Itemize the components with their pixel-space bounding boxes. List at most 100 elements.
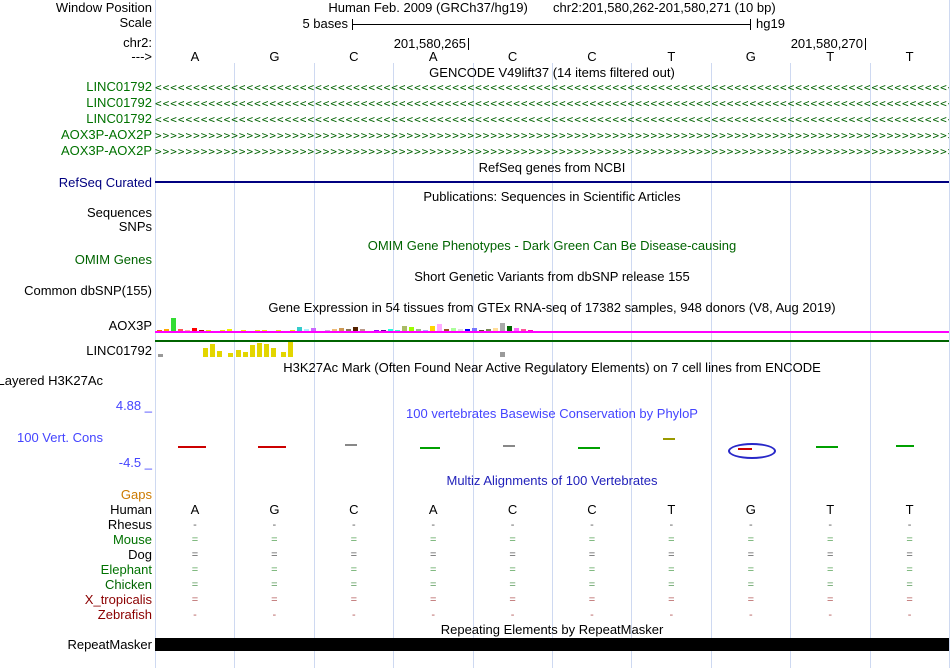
dbsnp-track-header[interactable]: Short Genetic Variants from dbSNP releas…: [155, 270, 949, 284]
gencode-item-label[interactable]: LINC01792: [86, 96, 152, 110]
common-dbsnp-label[interactable]: Common dbSNP(155): [24, 284, 152, 298]
multiz-species-label[interactable]: Mouse: [113, 533, 152, 547]
repeatmasker-track-header[interactable]: Repeating Elements by RepeatMasker: [155, 623, 949, 637]
multiz-alignment-cell: G: [745, 502, 756, 517]
gencode-item-label[interactable]: AOX3P-AOX2P: [61, 128, 152, 142]
gtex-tissue-bar[interactable]: [158, 354, 163, 357]
publications-track-header[interactable]: Publications: Sequences in Scientific Ar…: [155, 190, 949, 204]
multiz-alignment-cell: =: [826, 534, 834, 546]
repeatmasker-element-bar[interactable]: [155, 638, 949, 651]
gtex-tissue-bar[interactable]: [250, 345, 255, 357]
phylop-tick[interactable]: [896, 445, 914, 447]
scale-bar-right-tick: [750, 19, 751, 30]
gtex-tissue-bar[interactable]: [281, 352, 286, 357]
gtex-tissue-bar[interactable]: [257, 343, 262, 357]
refseq-curated-label[interactable]: RefSeq Curated: [59, 176, 152, 190]
gencode-item-label[interactable]: LINC01792: [86, 80, 152, 94]
gtex-tissue-bar[interactable]: [271, 348, 276, 357]
multiz-alignment-cell: T: [905, 502, 914, 517]
repeatmasker-label[interactable]: RepeatMasker: [67, 638, 152, 652]
multiz-alignment-cell: =: [350, 579, 358, 591]
phylop-track-header[interactable]: 100 vertebrates Basewise Conservation by…: [155, 407, 949, 421]
multiz-alignment-cell: =: [826, 594, 834, 606]
gencode-item-strand-row[interactable]: <<<<<<<<<<<<<<<<<<<<<<<<<<<<<<<<<<<<<<<<…: [155, 112, 949, 127]
multiz-alignment-cell: =: [509, 594, 516, 606]
refseq-track-header[interactable]: RefSeq genes from NCBI: [155, 161, 949, 175]
phylop-tick[interactable]: [503, 445, 515, 447]
gencode-item-strand-row[interactable]: <<<<<<<<<<<<<<<<<<<<<<<<<<<<<<<<<<<<<<<<…: [155, 80, 949, 95]
phylop-tick[interactable]: [345, 444, 357, 446]
multiz-gaps-label[interactable]: Gaps: [121, 488, 152, 502]
omim-genes-label[interactable]: OMIM Genes: [75, 253, 152, 267]
gtex-track-header[interactable]: Gene Expression in 54 tissues from GTEx …: [155, 301, 949, 315]
multiz-alignment-cell: =: [350, 594, 358, 606]
gencode-item-strand-row[interactable]: >>>>>>>>>>>>>>>>>>>>>>>>>>>>>>>>>>>>>>>>…: [155, 144, 949, 159]
phylop-min-value: -4.5 _: [118, 455, 152, 470]
phylop-tick[interactable]: [258, 446, 286, 448]
gtex-tissue-bar[interactable]: [203, 348, 208, 357]
gtex-tissue-bar[interactable]: [217, 351, 222, 357]
multiz-track-header[interactable]: Multiz Alignments of 100 Vertebrates: [155, 474, 949, 488]
gtex-tissue-bar[interactable]: [228, 353, 233, 357]
multiz-alignment-cell: =: [588, 549, 596, 561]
multiz-alignment-cell: -: [828, 609, 833, 621]
phylop-tick[interactable]: [663, 438, 675, 440]
refseq-gene-line[interactable]: [155, 181, 949, 183]
phylop-tick[interactable]: [178, 446, 206, 448]
gencode-item-label[interactable]: LINC01792: [86, 112, 152, 126]
gencode-item-label[interactable]: AOX3P-AOX2P: [61, 144, 152, 158]
layered-h3k27ac-label[interactable]: Layered H3K27Ac: [0, 374, 103, 388]
chrom-label: chr2:: [123, 35, 152, 50]
gencode-item-strand-row[interactable]: <<<<<<<<<<<<<<<<<<<<<<<<<<<<<<<<<<<<<<<<…: [155, 96, 949, 111]
gtex-tissue-bar[interactable]: [171, 318, 176, 332]
multiz-alignment-cell: =: [429, 534, 437, 546]
phylop-tick[interactable]: [420, 447, 440, 449]
multiz-alignment-cell: -: [272, 519, 277, 531]
gtex-tissue-bar[interactable]: [243, 352, 248, 357]
gtex-aox3p-label[interactable]: AOX3P: [109, 319, 152, 333]
phylop-overlap-ellipse[interactable]: [728, 443, 776, 459]
multiz-alignment-cell: =: [191, 564, 199, 576]
scale-bar: [352, 24, 750, 25]
multiz-alignment-cell: =: [668, 564, 675, 576]
phylop-track-label[interactable]: 100 Vert. Cons: [17, 431, 103, 445]
ruler-base: G: [269, 49, 280, 64]
multiz-species-label[interactable]: Dog: [128, 548, 152, 562]
snps-track-label[interactable]: SNPs: [119, 220, 152, 234]
multiz-alignment-cell: =: [906, 564, 913, 576]
multiz-species-label[interactable]: Zebrafish: [98, 608, 152, 622]
multiz-alignment-cell: =: [588, 579, 596, 591]
gtex-tissue-bar[interactable]: [210, 344, 215, 357]
gtex-aox3p-gene-line[interactable]: [155, 331, 949, 333]
coordinate-left-tick: [468, 38, 469, 50]
multiz-species-label[interactable]: Rhesus: [108, 518, 152, 532]
ruler-base: C: [349, 49, 359, 64]
h3k27ac-track-header[interactable]: H3K27Ac Mark (Often Found Near Active Re…: [155, 361, 949, 375]
multiz-alignment-cell: =: [747, 594, 755, 606]
sequences-track-label[interactable]: Sequences: [87, 206, 152, 220]
gtex-tissue-bar[interactable]: [288, 342, 293, 357]
gtex-linc01792-label[interactable]: LINC01792: [86, 344, 152, 358]
ruler-base: T: [905, 49, 914, 64]
gtex-linc01792-gene-line[interactable]: [155, 340, 949, 342]
phylop-tick[interactable]: [578, 447, 600, 449]
gtex-tissue-bar[interactable]: [264, 344, 269, 357]
omim-track-header[interactable]: OMIM Gene Phenotypes - Dark Green Can Be…: [155, 239, 949, 253]
multiz-alignment-cell: =: [826, 549, 834, 561]
gencode-track-header[interactable]: GENCODE V49lift37 (14 items filtered out…: [155, 66, 949, 80]
ucsc-genome-browser-view: Window Position Human Feb. 2009 (GRCh37/…: [0, 0, 950, 668]
multiz-species-label[interactable]: Elephant: [101, 563, 152, 577]
multiz-species-label[interactable]: X_tropicalis: [85, 593, 152, 607]
multiz-alignment-cell: =: [906, 579, 913, 591]
phylop-tick[interactable]: [816, 446, 838, 448]
gencode-item-strand-row[interactable]: >>>>>>>>>>>>>>>>>>>>>>>>>>>>>>>>>>>>>>>>…: [155, 128, 949, 143]
multiz-alignment-cell: -: [431, 519, 436, 531]
gtex-tissue-bar[interactable]: [500, 352, 505, 357]
gtex-tissue-bar[interactable]: [236, 350, 241, 357]
multiz-alignment-cell: =: [747, 549, 755, 561]
coordinate-right-tick: [865, 38, 866, 50]
multiz-alignment-cell: G: [269, 502, 280, 517]
multiz-species-label[interactable]: Human: [110, 503, 152, 517]
multiz-species-label[interactable]: Chicken: [105, 578, 152, 592]
multiz-alignment-cell: -: [669, 519, 674, 531]
